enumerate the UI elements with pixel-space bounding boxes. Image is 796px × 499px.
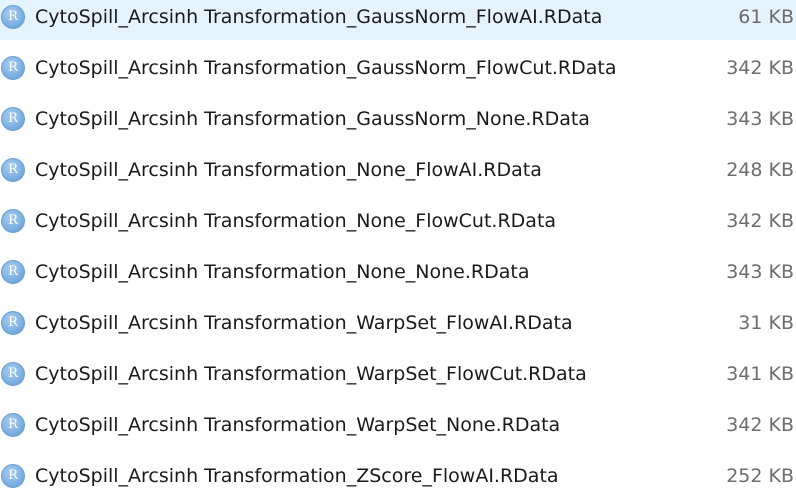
file-name: CytoSpill_Arcsinh Transformation_WarpSet… bbox=[35, 312, 573, 334]
file-size: 248 KB bbox=[726, 159, 794, 181]
file-name: CytoSpill_Arcsinh Transformation_ZScore_… bbox=[35, 465, 559, 487]
file-row[interactable]: R CytoSpill_Arcsinh Transformation_ZScor… bbox=[0, 459, 796, 499]
file-name: CytoSpill_Arcsinh Transformation_GaussNo… bbox=[35, 108, 590, 130]
file-size: 252 KB bbox=[726, 465, 794, 487]
file-name: CytoSpill_Arcsinh Transformation_None_Fl… bbox=[35, 159, 542, 181]
file-row[interactable]: R CytoSpill_Arcsinh Transformation_None_… bbox=[0, 153, 796, 193]
file-size: 61 KB bbox=[738, 6, 794, 28]
r-file-icon: R bbox=[1, 362, 25, 386]
file-row[interactable]: R CytoSpill_Arcsinh Transformation_None_… bbox=[0, 255, 796, 295]
file-list: R CytoSpill_Arcsinh Transformation_Gauss… bbox=[0, 0, 796, 488]
r-file-icon: R bbox=[1, 56, 25, 80]
r-file-icon: R bbox=[1, 5, 25, 29]
file-size: 343 KB bbox=[726, 261, 794, 283]
file-name: CytoSpill_Arcsinh Transformation_WarpSet… bbox=[35, 414, 561, 436]
file-row[interactable]: R CytoSpill_Arcsinh Transformation_WarpS… bbox=[0, 357, 796, 397]
file-name: CytoSpill_Arcsinh Transformation_None_Fl… bbox=[35, 210, 557, 232]
file-name: CytoSpill_Arcsinh Transformation_None_No… bbox=[35, 261, 530, 283]
file-size: 342 KB bbox=[726, 414, 794, 436]
file-row[interactable]: R CytoSpill_Arcsinh Transformation_WarpS… bbox=[0, 408, 796, 448]
file-name: CytoSpill_Arcsinh Transformation_GaussNo… bbox=[35, 6, 603, 28]
file-row[interactable]: R CytoSpill_Arcsinh Transformation_None_… bbox=[0, 204, 796, 244]
file-size: 342 KB bbox=[726, 57, 794, 79]
r-file-icon: R bbox=[1, 209, 25, 233]
r-file-icon: R bbox=[1, 107, 25, 131]
file-size: 31 KB bbox=[738, 312, 794, 334]
file-row[interactable]: R CytoSpill_Arcsinh Transformation_Gauss… bbox=[0, 0, 796, 40]
file-name: CytoSpill_Arcsinh Transformation_GaussNo… bbox=[35, 57, 617, 79]
file-name: CytoSpill_Arcsinh Transformation_WarpSet… bbox=[35, 363, 587, 385]
file-row[interactable]: R CytoSpill_Arcsinh Transformation_WarpS… bbox=[0, 306, 796, 346]
file-size: 341 KB bbox=[726, 363, 794, 385]
file-size: 342 KB bbox=[726, 210, 794, 232]
r-file-icon: R bbox=[1, 464, 25, 488]
r-file-icon: R bbox=[1, 158, 25, 182]
file-row[interactable]: R CytoSpill_Arcsinh Transformation_Gauss… bbox=[0, 102, 796, 142]
r-file-icon: R bbox=[1, 260, 25, 284]
r-file-icon: R bbox=[1, 413, 25, 437]
file-row[interactable]: R CytoSpill_Arcsinh Transformation_Gauss… bbox=[0, 51, 796, 91]
file-size: 343 KB bbox=[726, 108, 794, 130]
r-file-icon: R bbox=[1, 311, 25, 335]
